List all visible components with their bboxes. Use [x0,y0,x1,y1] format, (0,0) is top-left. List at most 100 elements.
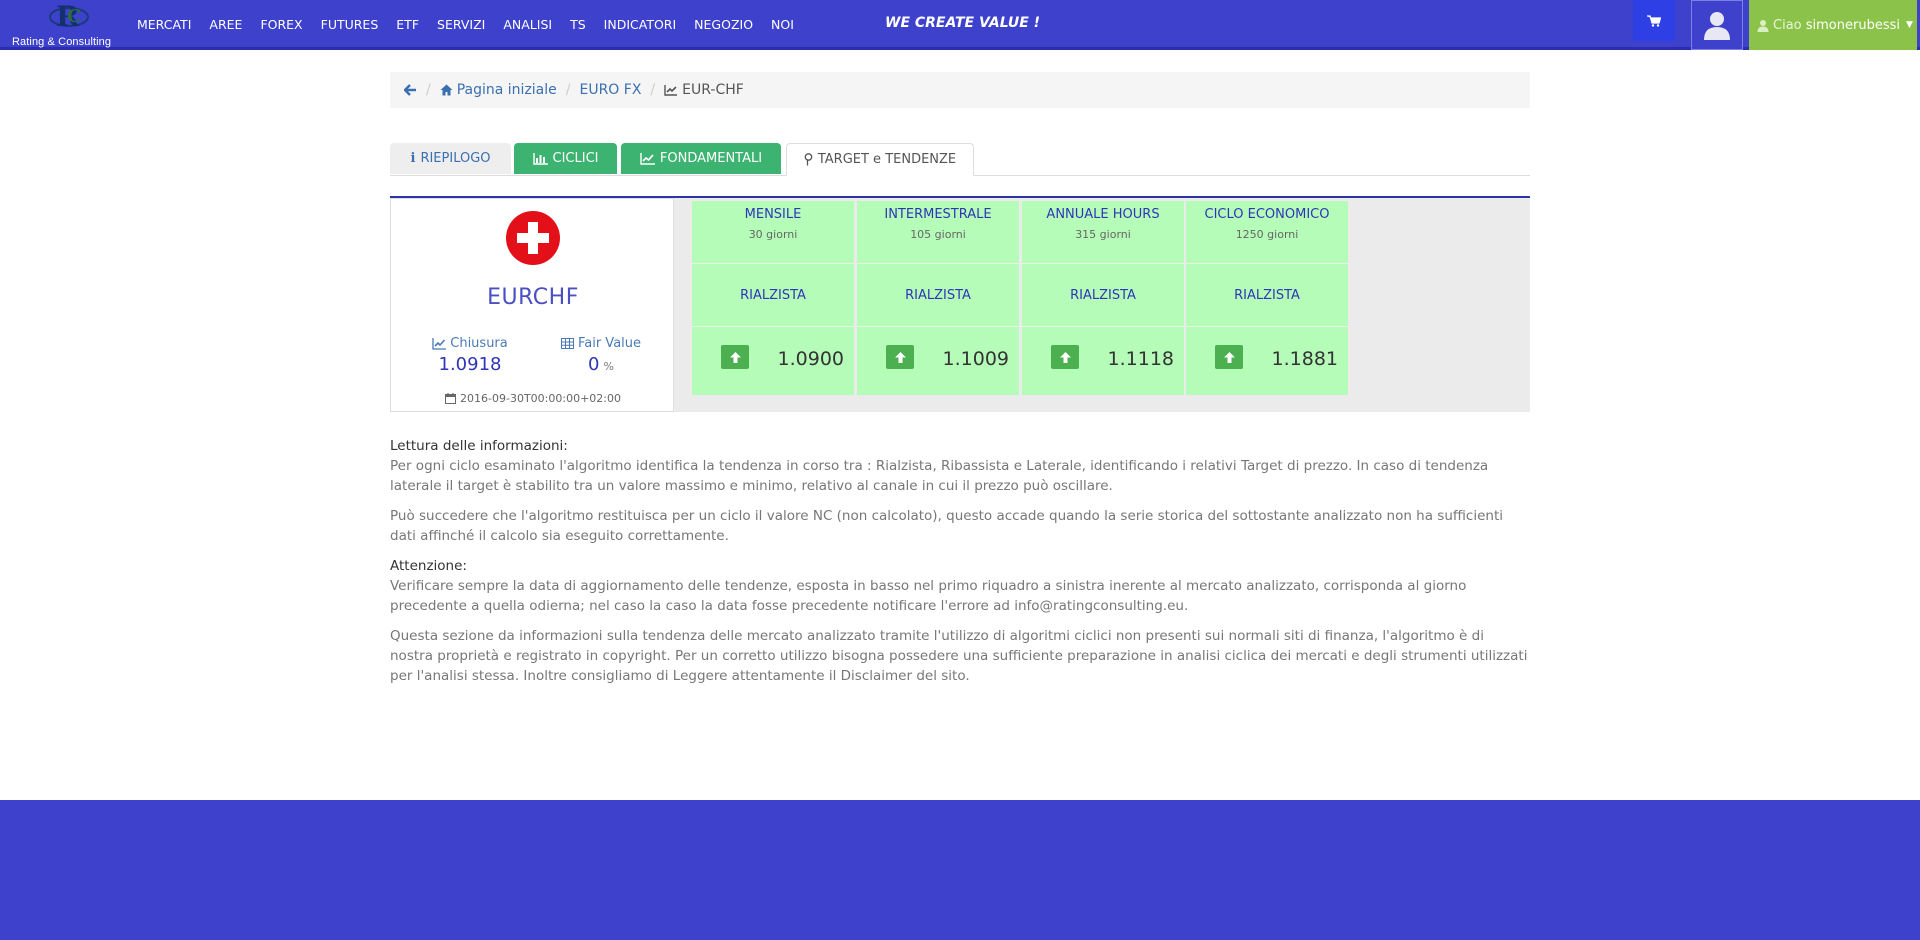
close-metric: Chiusura 1.0918 [410,336,530,375]
menu-item-servizi[interactable]: SERVIZI [437,17,485,32]
menu-item-ts[interactable]: TS [570,17,586,32]
cycle-days: 30 giorni [748,228,798,241]
info-text-3: Verificare sempre la data di aggiornamen… [390,578,1467,614]
fair-value-label-row: Fair Value [541,336,661,351]
tab-target-tendenze[interactable]: TARGET e TENDENZE [786,143,974,176]
switzerland-flag-icon [506,211,560,265]
info-paragraph: Questa sezione da informazioni sulla ten… [390,626,1530,686]
info-section: Lettura delle informazioni: Per ogni cic… [390,436,1530,696]
info-text-2: Può succedere che l'algoritmo restituisc… [390,508,1504,544]
arrow-up-icon [729,351,741,363]
menu-item-negozio[interactable]: NEGOZIO [694,17,753,32]
menu-item-indicatori[interactable]: INDICATORI [604,17,677,32]
trend-up-button[interactable] [886,345,914,369]
tab-fondamentali-label: FONDAMENTALI [659,151,763,166]
home-icon [440,84,453,96]
footer [0,800,1920,940]
table-icon [560,338,574,349]
breadcrumb: / Pagina iniziale / EURO FX / EUR-CHF [390,72,1530,108]
line-chart-icon [664,85,678,96]
tab-ciclici-label: CICLICI [552,151,599,166]
arrow-up-icon [894,351,906,363]
cycle-trend: RIALZISTA [692,264,854,327]
brand-logo[interactable]: R C Rating & Consulting [8,0,120,50]
cycle-column-ciclo-economico: CICLO ECONOMICO 1250 giorni RIALZISTA 1.… [1186,201,1348,395]
tab-fondamentali[interactable]: FONDAMENTALI [621,143,781,174]
trend-up-button[interactable] [1051,345,1079,369]
breadcrumb-category[interactable]: EURO FX [579,82,641,98]
menu-item-forex[interactable]: FOREX [260,17,302,32]
tab-bar: i RIEPILOGO CICLICI FONDAMENTALI TARGET … [390,143,1530,176]
shopping-cart-icon [1647,14,1661,27]
cycle-trend: RIALZISTA [857,264,1019,327]
pushpin-icon [804,153,813,166]
menu-item-analisi[interactable]: ANALISI [503,17,552,32]
breadcrumb-home-label: Pagina iniziale [456,82,557,98]
line-chart-icon [432,337,447,350]
username: simonerubessi [1805,17,1900,33]
user-avatar-button[interactable] [1691,0,1743,50]
rc-logo-icon: R C [49,0,89,33]
info-paragraph: Attenzione: Verificare sempre la data di… [390,556,1530,616]
info-text-4: Questa sezione da informazioni sulla ten… [390,628,1528,684]
menu-item-mercati[interactable]: MERCATI [137,17,191,32]
user-menu-button[interactable]: Ciao simonerubessi ▼ [1749,0,1917,50]
info-text-1: Per ogni ciclo esaminato l'algoritmo ide… [390,458,1489,494]
trend-up-button[interactable] [721,345,749,369]
trend-up-button[interactable] [1215,345,1243,369]
asset-name: EURCHF [487,285,579,310]
cycle-header: ANNUALE HOURS 315 giorni [1022,201,1184,264]
cycle-name: ANNUALE HOURS [1046,207,1160,222]
info-title-attenzione: Attenzione: [390,558,467,574]
cycle-days: 105 giorni [910,228,966,241]
menu-item-noi[interactable]: NOI [771,17,794,32]
back-button[interactable] [404,84,417,96]
svg-text:C: C [67,6,81,27]
menu-item-etf[interactable]: ETF [396,17,419,32]
breadcrumb-current-label: EUR-CHF [682,82,744,98]
cycle-column-mensile: MENSILE 30 giorni RIALZISTA 1.0900 [692,201,854,395]
user-greeting: Ciao [1773,17,1802,33]
fair-value-metric: Fair Value 0% [541,336,661,375]
cycle-name: INTERMESTRALE [884,207,992,222]
fair-value-label: Fair Value [577,336,642,351]
info-title-lettura: Lettura delle informazioni: [390,438,568,454]
cycle-target: 1.1118 [1107,348,1174,370]
calendar-icon [445,393,457,404]
cycle-column-annuale-hours: ANNUALE HOURS 315 giorni RIALZISTA 1.111… [1022,201,1184,395]
breadcrumb-current: EUR-CHF [664,82,744,98]
tab-ciclici[interactable]: CICLICI [514,143,617,174]
user-icon [1757,19,1769,32]
cart-button[interactable] [1633,0,1675,41]
update-date-value: 2016-09-30T00:00:00+02:00 [460,392,621,405]
fair-value-unit: % [603,360,614,373]
cycle-header: CICLO ECONOMICO 1250 giorni [1186,201,1348,264]
cycle-header: INTERMESTRALE 105 giorni [857,201,1019,264]
menu-item-aree[interactable]: AREE [209,17,242,32]
logo-text: Rating & Consulting [12,36,112,48]
top-navbar: R C Rating & Consulting MERCATI AREE FOR… [0,0,1920,50]
cycle-days: 1250 giorni [1235,228,1299,241]
breadcrumb-separator: / [565,82,571,98]
cycle-trend: RIALZISTA [1186,264,1348,327]
main-menu: MERCATI AREE FOREX FUTURES ETF SERVIZI A… [128,0,803,48]
cycle-target: 1.1009 [942,348,1009,370]
cycle-header: MENSILE 30 giorni [692,201,854,264]
menu-item-futures[interactable]: FUTURES [321,17,379,32]
cycle-days: 315 giorni [1075,228,1131,241]
update-date: 2016-09-30T00:00:00+02:00 [391,392,675,405]
arrow-up-icon [1059,351,1071,363]
breadcrumb-separator: / [426,82,431,98]
breadcrumb-home[interactable]: Pagina iniziale [440,82,557,98]
tab-riepilogo[interactable]: i RIEPILOGO [390,143,511,174]
slogan: WE CREATE VALUE ! [885,15,1041,31]
cycle-name: MENSILE [744,207,802,222]
fair-value-row: 0% [541,354,661,375]
cycle-column-intermestrale: INTERMESTRALE 105 giorni RIALZISTA 1.100… [857,201,1019,395]
info-paragraph: Lettura delle informazioni: Per ogni cic… [390,436,1530,496]
cycle-trend: RIALZISTA [1022,264,1184,327]
info-paragraph: Può succedere che l'algoritmo restituisc… [390,506,1530,546]
cycle-target: 1.0900 [777,348,844,370]
avatar-icon [1704,12,1730,40]
arrow-up-icon [1223,351,1235,363]
